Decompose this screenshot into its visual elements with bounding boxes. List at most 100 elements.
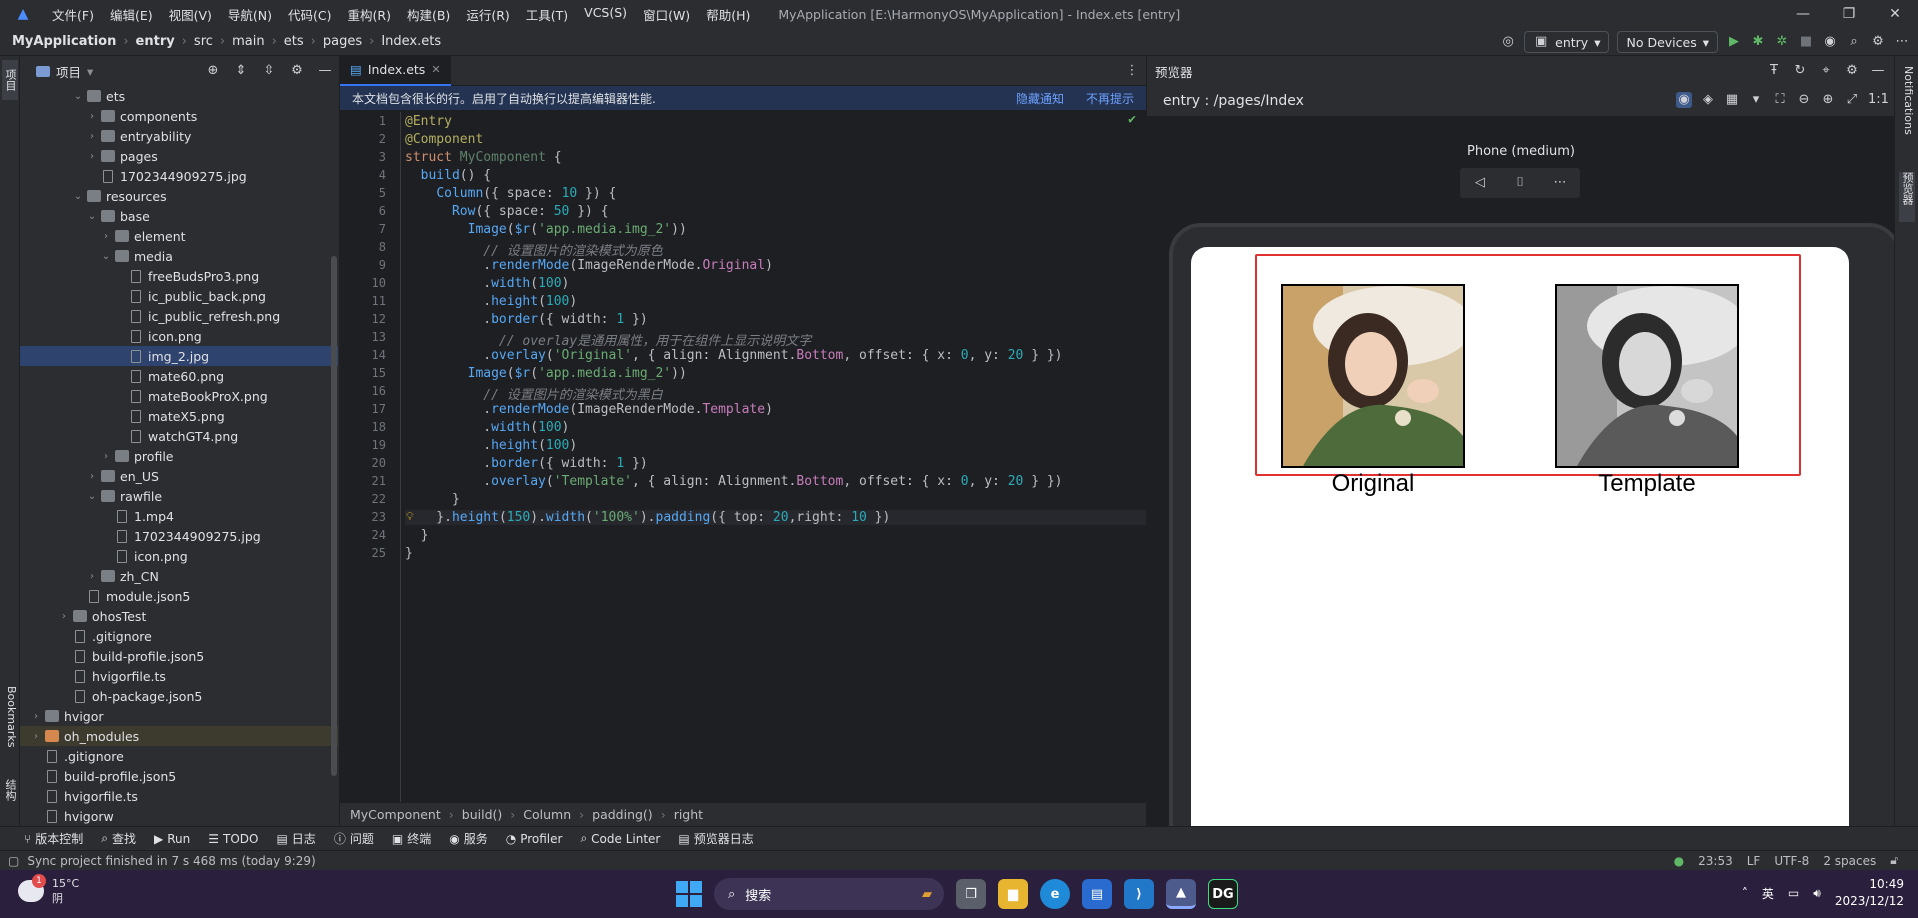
zoom-out-icon[interactable]: ⊖ — [1796, 92, 1812, 108]
chevron-down-icon[interactable]: ⌄ — [100, 251, 112, 262]
tree-node[interactable]: icon.png — [20, 546, 338, 566]
volume-icon[interactable]: 🔊︎ — [1813, 886, 1821, 901]
code-crumb[interactable]: MyComponent — [350, 807, 441, 822]
chevron-right-icon[interactable]: › — [86, 131, 98, 142]
tree-node[interactable]: › hvigor — [20, 706, 338, 726]
tree-node[interactable]: ⌄ ets — [20, 86, 338, 106]
target-icon[interactable]: ◎ — [1500, 34, 1516, 50]
minimize-icon[interactable]: — — [1780, 0, 1826, 28]
menu-vcs[interactable]: VCS(S) — [576, 5, 635, 24]
chevron-down-icon[interactable]: ▾ — [87, 64, 93, 79]
hide-icon[interactable]: — — [317, 63, 333, 79]
tree-node[interactable]: › ohosTest — [20, 606, 338, 626]
ime-indicator[interactable]: 英 — [1762, 885, 1774, 902]
breadcrumb-ets[interactable]: ets — [284, 34, 304, 49]
tool-tab-services[interactable]: ◉ 服务 — [449, 830, 488, 847]
restore-icon[interactable]: ❐ — [1826, 0, 1872, 28]
tree-node[interactable]: mate60.png — [20, 366, 338, 386]
code-line[interactable]: } — [405, 492, 460, 507]
chevron-right-icon[interactable]: › — [86, 471, 98, 482]
tool-tab-terminal[interactable]: ▣ 终端 — [392, 830, 431, 847]
hide-icon[interactable]: — — [1870, 63, 1886, 79]
search-icon[interactable]: ⌕ — [1846, 34, 1862, 50]
code-line[interactable]: .width(100) — [405, 420, 569, 435]
tree-node[interactable]: module.json5 — [20, 586, 338, 606]
tree-node[interactable]: .gitignore — [20, 746, 338, 766]
chevron-right-icon[interactable]: › — [100, 451, 112, 462]
tool-tab-find[interactable]: ⌕ 查找 — [101, 830, 136, 847]
editor-tab-index[interactable]: ▤ Index.ets ✕ — [340, 55, 451, 86]
code-line[interactable]: .border({ width: 1 }) — [405, 456, 647, 471]
menu-tools[interactable]: 工具(T) — [518, 5, 576, 24]
project-tool-tab[interactable]: 项目 — [2, 60, 18, 100]
tool-tab-problems[interactable]: ⓘ 问题 — [334, 830, 374, 847]
layout-icon[interactable]: ▢ — [8, 854, 19, 868]
file-explorer-icon[interactable]: ▆ — [998, 879, 1028, 909]
previewer-tool-tab[interactable]: 预览器 — [1899, 172, 1915, 222]
tree-node[interactable]: ⌄ media — [20, 246, 338, 266]
breadcrumb-main[interactable]: main — [232, 34, 264, 49]
dont-show-again-link[interactable]: 不再提示 — [1086, 90, 1134, 107]
breadcrumb-pages[interactable]: pages — [323, 34, 362, 49]
code-line[interactable]: .border({ width: 1 }) — [405, 312, 647, 327]
code-line[interactable]: // 设置图片的渲染模式为黑白 — [405, 384, 662, 403]
stop-icon[interactable]: ■ — [1798, 34, 1814, 50]
chevron-right-icon[interactable]: › — [86, 571, 98, 582]
chevron-right-icon[interactable]: › — [86, 111, 98, 122]
chevron-up-icon[interactable]: ˄ — [1742, 886, 1748, 900]
tree-node[interactable]: › entryability — [20, 126, 338, 146]
tree-node[interactable]: oh-package.json5 — [20, 686, 338, 706]
chevron-down-icon[interactable]: ⌄ — [86, 491, 98, 502]
breadcrumb-entry[interactable]: entry — [136, 34, 175, 49]
menu-help[interactable]: 帮助(H) — [698, 5, 758, 24]
menu-code[interactable]: 代码(C) — [280, 5, 339, 24]
tree-node[interactable]: mateX5.png — [20, 406, 338, 426]
tree-node[interactable]: build-profile.json5 — [20, 766, 338, 786]
tree-node[interactable]: › profile — [20, 446, 338, 466]
status-message[interactable]: Sync project finished in 7 s 468 ms (tod… — [27, 854, 315, 868]
tree-node[interactable]: ic_public_back.png — [20, 286, 338, 306]
menu-view[interactable]: 视图(V) — [161, 5, 220, 24]
close-icon[interactable]: ✕ — [1872, 0, 1918, 28]
code-line[interactable]: @Component — [405, 132, 483, 147]
code-line[interactable]: // 设置图片的渲染模式为原色 — [405, 240, 662, 259]
gear-icon[interactable]: ⚙ — [289, 63, 305, 79]
structure-tool-tab[interactable]: 结构 — [2, 772, 18, 808]
tree-node[interactable]: › zh_CN — [20, 566, 338, 586]
tree-node[interactable]: › en_US — [20, 466, 338, 486]
datagrip-icon[interactable]: DG — [1208, 879, 1238, 909]
gear-icon[interactable]: ⚙ — [1844, 63, 1860, 79]
collapse-all-icon[interactable]: ⇳ — [261, 63, 277, 79]
code-line[interactable]: .height(100) — [405, 438, 577, 453]
tree-node[interactable]: 1.mp4 — [20, 506, 338, 526]
refresh-icon[interactable]: ↻ — [1792, 63, 1808, 79]
network-icon[interactable]: ▭ — [1788, 886, 1799, 900]
debug-icon[interactable]: ✱ — [1750, 34, 1766, 50]
layers-icon[interactable]: ◈ — [1700, 92, 1716, 108]
code-line[interactable]: .height(100) — [405, 294, 577, 309]
cursor-position[interactable]: 23:53 — [1698, 854, 1733, 868]
one-to-one-icon[interactable]: 1:1 — [1868, 92, 1889, 108]
tree-node[interactable]: hvigorw — [20, 806, 338, 826]
device-select[interactable]: No Devices ▾ — [1617, 31, 1718, 53]
attach-debugger-icon[interactable]: ✲ — [1774, 34, 1790, 50]
tree-node[interactable]: mateBookProX.png — [20, 386, 338, 406]
tree-node[interactable]: hvigorfile.ts — [20, 666, 338, 686]
clock[interactable]: 10:49 2023/12/12 — [1835, 876, 1904, 910]
inspector-icon[interactable]: ⌖ — [1818, 63, 1834, 79]
tool-tab-code-linter[interactable]: ⌕ Code Linter — [580, 831, 660, 846]
chevron-right-icon[interactable]: › — [30, 711, 42, 722]
breadcrumb-file[interactable]: Index.ets — [381, 34, 441, 49]
chevron-right-icon[interactable]: › — [58, 611, 70, 622]
chevron-down-icon[interactable]: ⌄ — [72, 191, 84, 202]
chevron-down-icon[interactable]: ⌄ — [72, 91, 84, 102]
template-image[interactable] — [1555, 284, 1739, 468]
settings-icon[interactable]: ⚙ — [1870, 34, 1886, 50]
code-line[interactable]: } — [405, 546, 413, 561]
more-icon[interactable]: ⋯ — [1552, 175, 1568, 191]
tree-node[interactable]: › element — [20, 226, 338, 246]
lock-icon[interactable]: 🔓︎ — [1890, 853, 1898, 868]
tree-node[interactable]: freeBudsPro3.png — [20, 266, 338, 286]
project-scrollbar[interactable] — [331, 256, 337, 776]
edge-icon[interactable]: e — [1040, 879, 1070, 909]
